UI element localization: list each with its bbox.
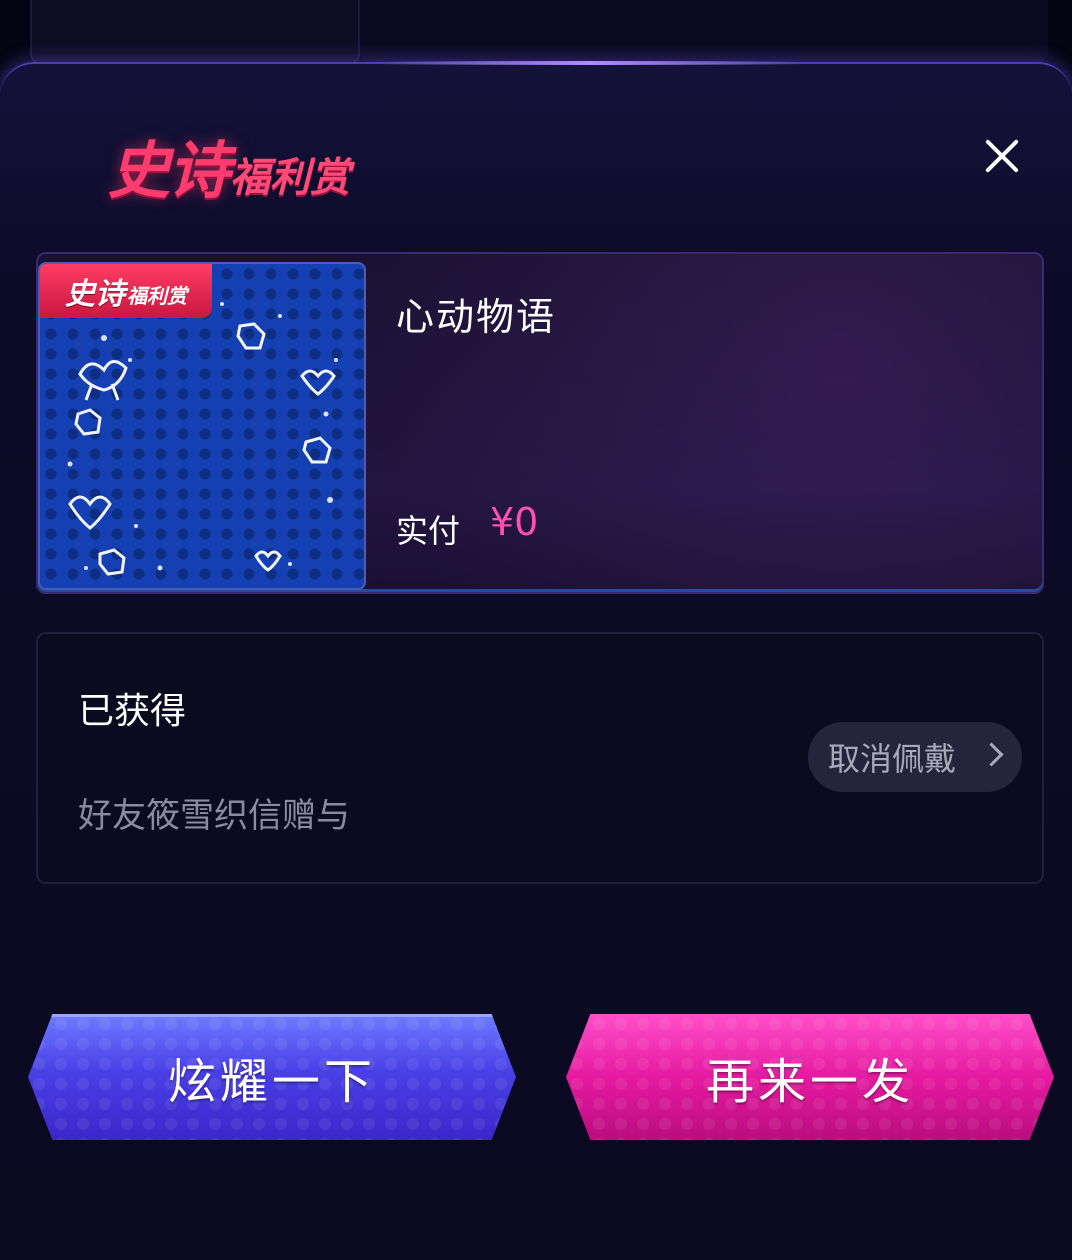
epic-welfare-logo: 史诗 福利赏 (108, 122, 350, 202)
background-card (30, 0, 360, 64)
badge-main-text: 史诗 (65, 277, 125, 312)
epic-badge: 史诗 福利赏 (40, 264, 212, 318)
close-icon[interactable] (976, 130, 1028, 182)
obtained-card: 已获得 好友筱雪织信赠与 取消佩戴 (36, 632, 1044, 884)
background-panel (360, 0, 1048, 62)
draw-again-button[interactable]: 再来一发 (566, 1014, 1054, 1140)
show-off-button[interactable]: 炫耀一下 (28, 1014, 516, 1140)
badge-sub-text: 福利赏 (127, 283, 187, 308)
pay-label: 实付 (396, 512, 461, 550)
prize-thumbnail: 史诗 福利赏 (38, 262, 366, 590)
logo-main-text: 史诗 (108, 134, 230, 207)
unequip-label: 取消佩戴 (828, 740, 957, 778)
background-page (0, 0, 1072, 70)
obtained-title: 已获得 (78, 691, 187, 732)
show-off-label: 炫耀一下 (167, 1054, 376, 1110)
draw-again-label: 再来一发 (705, 1054, 914, 1110)
prize-name: 心动物语 (396, 295, 557, 339)
logo-sub-text: 福利赏 (230, 155, 351, 201)
gift-source-text: 好友筱雪织信赠与 (78, 796, 350, 836)
prize-card: 史诗 福利赏 心动物语 实付 ¥0 (36, 252, 1044, 594)
sheet-top-glow (380, 61, 800, 65)
reward-sheet: 史诗 福利赏 史诗 福利赏 心动物语 实付 ¥0 已获得 好友筱雪织信赠与 取消… (0, 61, 1072, 1260)
chevron-right-icon (979, 742, 1004, 767)
unequip-button[interactable]: 取消佩戴 (808, 722, 1022, 792)
pay-value: ¥0 (490, 500, 539, 544)
